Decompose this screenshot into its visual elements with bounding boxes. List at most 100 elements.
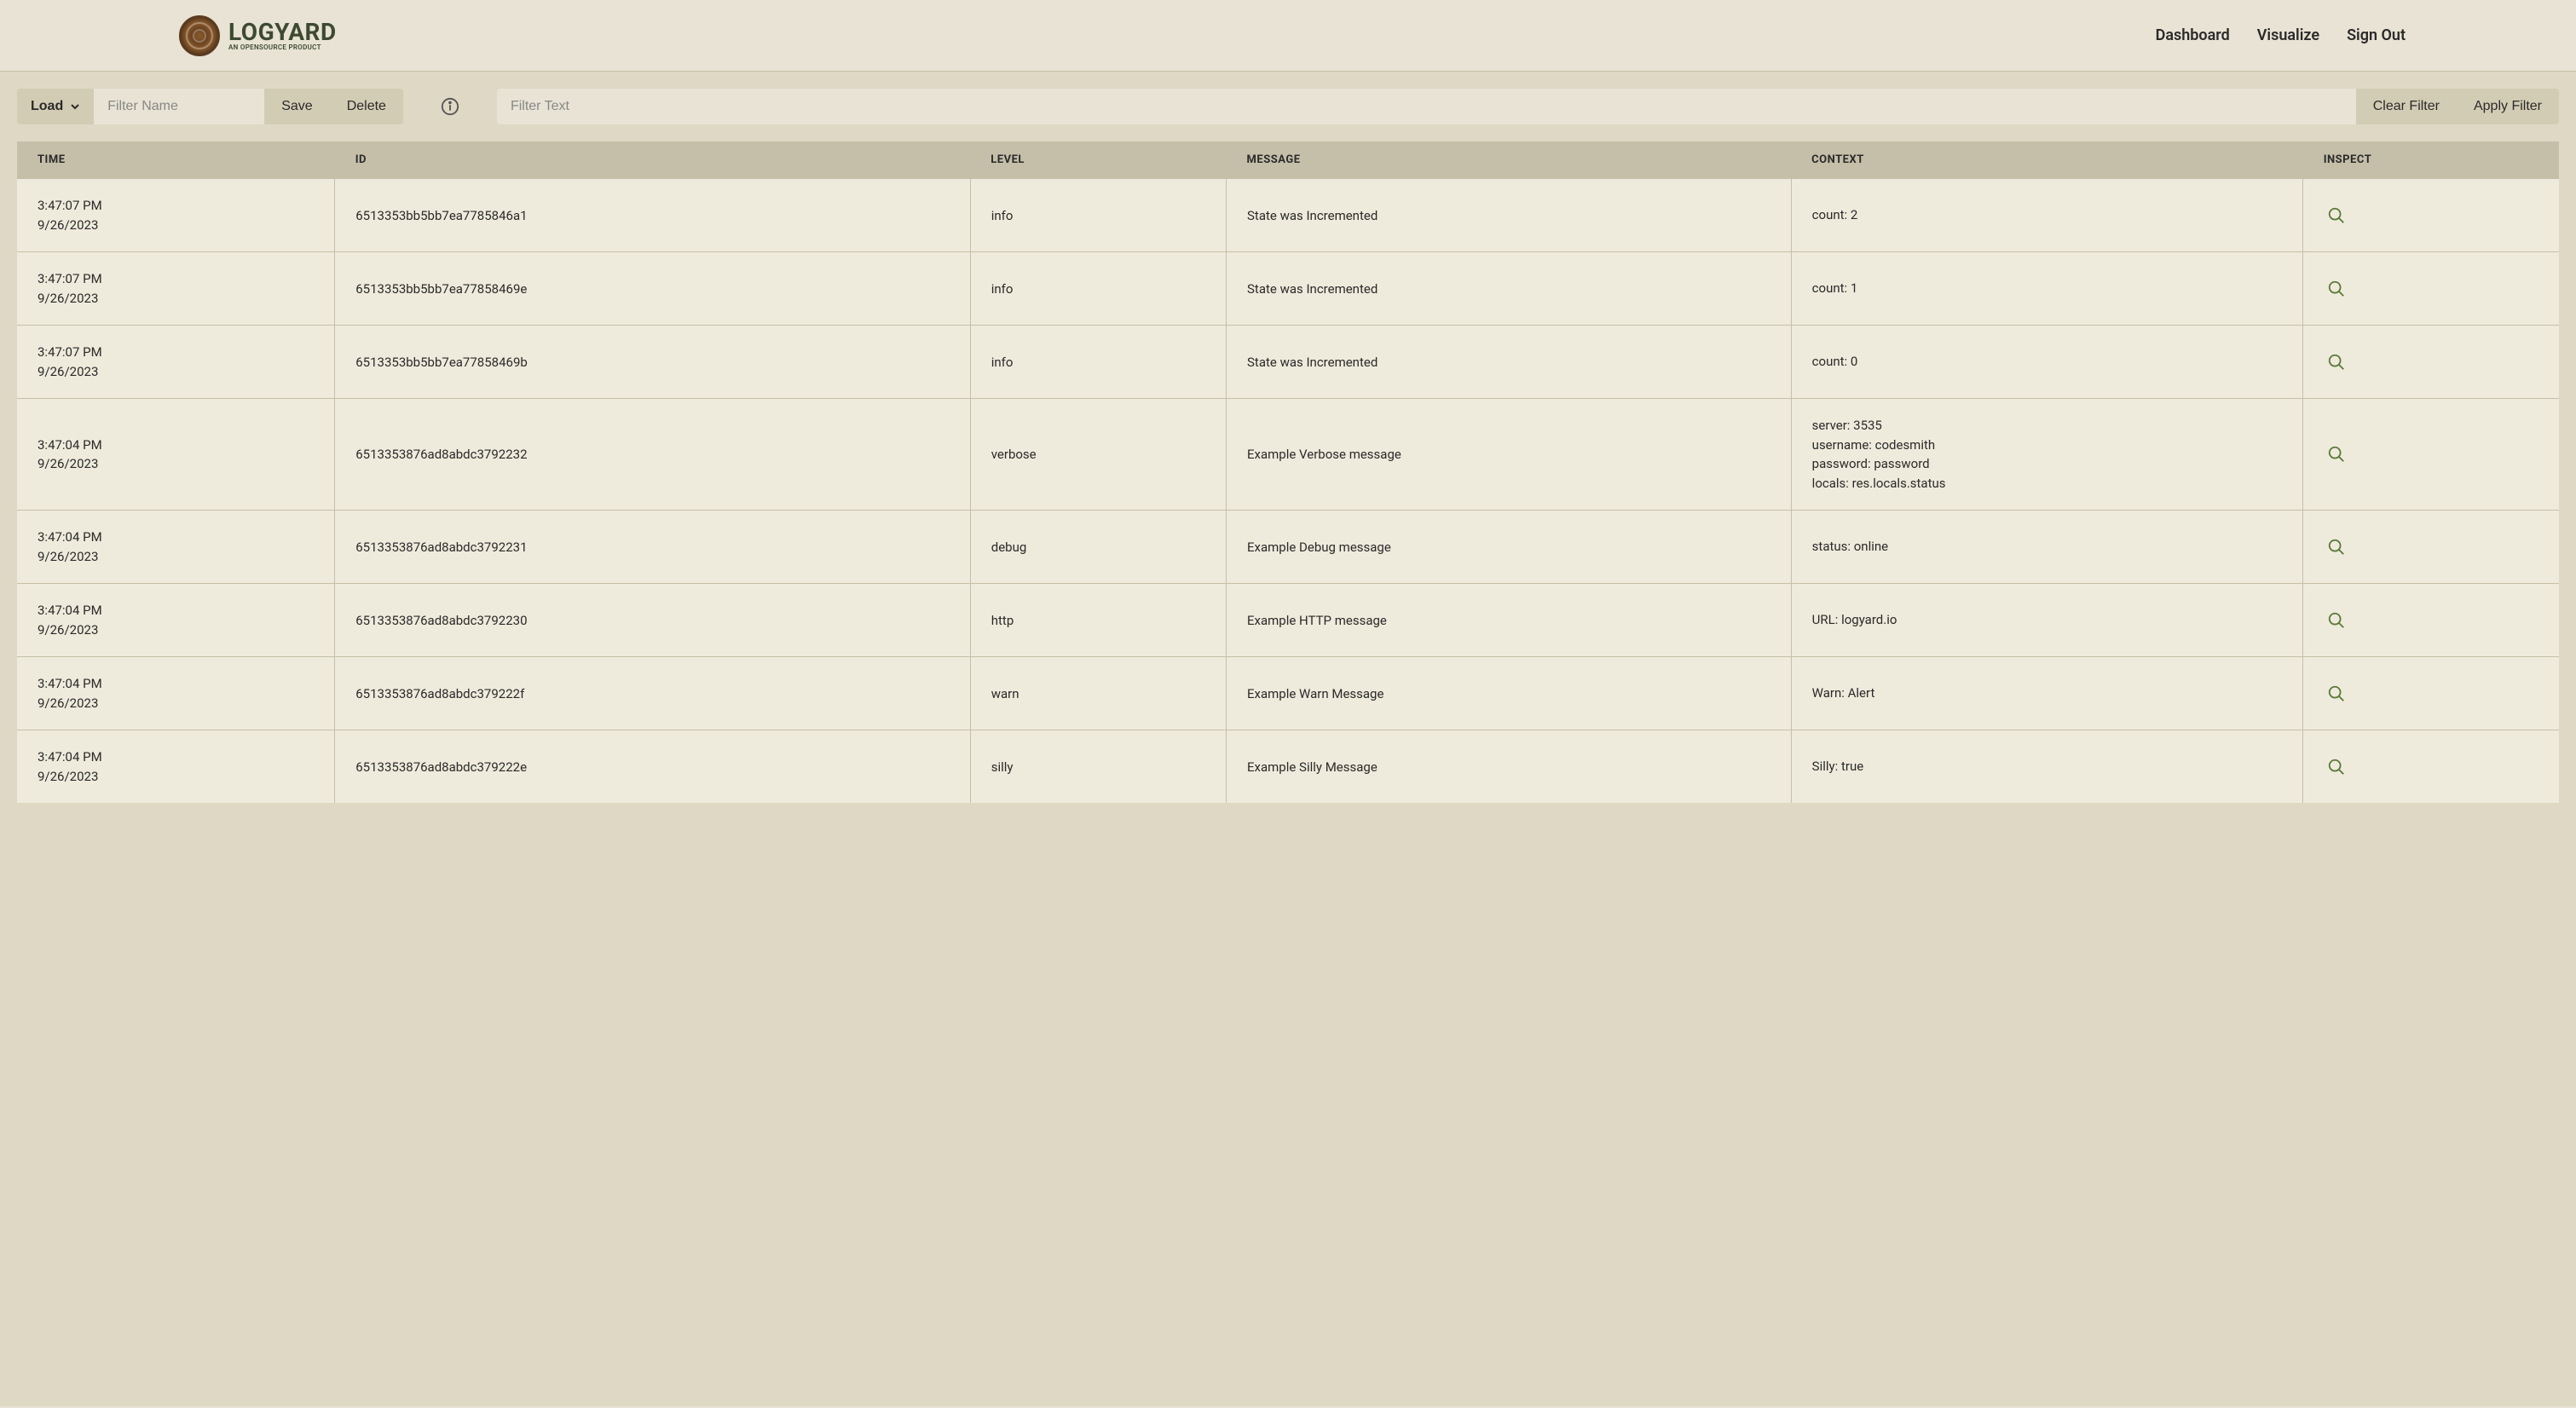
col-time[interactable]: TIME [17, 141, 335, 179]
cell-context: Warn: Alert [1791, 657, 2303, 730]
logo-mark-icon [179, 15, 220, 56]
date-value: 9/26/2023 [38, 362, 314, 382]
magnifier-icon [2327, 206, 2346, 225]
time-value: 3:47:04 PM [38, 436, 314, 455]
inspect-button[interactable] [2324, 203, 2349, 228]
cell-context: count: 0 [1791, 326, 2303, 399]
cell-id: 6513353bb5bb7ea7785846a1 [335, 179, 971, 252]
cell-context: status: online [1791, 511, 2303, 584]
date-value: 9/26/2023 [38, 547, 314, 567]
inspect-button[interactable] [2324, 681, 2349, 707]
cell-inspect [2303, 179, 2559, 252]
nav-signout[interactable]: Sign Out [2347, 26, 2406, 44]
nav-visualize[interactable]: Visualize [2257, 26, 2319, 44]
date-value: 9/26/2023 [38, 767, 314, 787]
cell-inspect [2303, 584, 2559, 657]
cell-message: State was Incremented [1227, 326, 1792, 399]
cell-inspect [2303, 326, 2559, 399]
time-value: 3:47:07 PM [38, 196, 314, 216]
cell-time: 3:47:04 PM9/26/2023 [17, 584, 335, 657]
time-value: 3:47:07 PM [38, 269, 314, 289]
cell-inspect [2303, 511, 2559, 584]
date-value: 9/26/2023 [38, 289, 314, 309]
inspect-button[interactable] [2324, 534, 2349, 560]
table-row: 3:47:04 PM9/26/20236513353876ad8abdc3792… [17, 511, 2559, 584]
cell-time: 3:47:07 PM9/26/2023 [17, 326, 335, 399]
magnifier-icon [2327, 280, 2346, 298]
clear-filter-button[interactable]: Clear Filter [2356, 89, 2457, 124]
cell-time: 3:47:04 PM9/26/2023 [17, 657, 335, 730]
cell-inspect [2303, 399, 2559, 511]
cell-inspect [2303, 730, 2559, 804]
cell-inspect [2303, 657, 2559, 730]
time-value: 3:47:07 PM [38, 343, 314, 362]
logo-text: LOGYARD AN OPENSOURCE PRODUCT [228, 20, 337, 51]
table-row: 3:47:04 PM9/26/20236513353876ad8abdc3792… [17, 584, 2559, 657]
cell-context: count: 1 [1791, 252, 2303, 326]
filter-name-input[interactable] [94, 89, 264, 124]
save-button[interactable]: Save [264, 89, 329, 124]
cell-context: count: 2 [1791, 179, 2303, 252]
table-row: 3:47:07 PM9/26/2023 6513353bb5bb7ea778584… [17, 179, 2559, 252]
cell-id: 6513353876ad8abdc379222e [335, 730, 971, 804]
cell-inspect [2303, 252, 2559, 326]
inspect-button[interactable] [2324, 608, 2349, 633]
col-context[interactable]: CONTEXT [1791, 141, 2303, 179]
table-row: 3:47:07 PM9/26/20236513353bb5bb7ea778584… [17, 326, 2559, 399]
top-nav: Dashboard Visualize Sign Out [2156, 26, 2406, 44]
nav-dashboard[interactable]: Dashboard [2156, 26, 2230, 44]
cell-id: 6513353bb5bb7ea77858469b [335, 326, 971, 399]
col-message[interactable]: MESSAGE [1227, 141, 1792, 179]
cell-time: 3:47:07 PM9/26/2023 [17, 252, 335, 326]
cell-id: 6513353876ad8abdc3792230 [335, 584, 971, 657]
time-value: 3:47:04 PM [38, 747, 314, 767]
filter-text-input[interactable] [497, 89, 2356, 124]
cell-message: Example Debug message [1227, 511, 1792, 584]
cell-context: server: 3535 username: codesmith passwor… [1791, 399, 2303, 511]
load-button[interactable]: Load [17, 89, 94, 124]
inspect-button[interactable] [2324, 754, 2349, 780]
logo-title: LOGYARD [228, 20, 337, 44]
cell-id: 6513353bb5bb7ea77858469e [335, 252, 971, 326]
info-icon[interactable] [441, 97, 459, 116]
table-row: 3:47:07 PM9/26/20236513353bb5bb7ea778584… [17, 252, 2559, 326]
filter-text-group: Clear Filter Apply Filter [497, 89, 2559, 124]
date-value: 9/26/2023 [38, 694, 314, 713]
table-header-row: TIME ID LEVEL MESSAGE CONTEXT INSPECT [17, 141, 2559, 179]
col-id[interactable]: ID [335, 141, 971, 179]
cell-level: debug [970, 511, 1226, 584]
date-value: 9/26/2023 [38, 216, 314, 235]
logo[interactable]: LOGYARD AN OPENSOURCE PRODUCT [179, 15, 337, 56]
magnifier-icon [2327, 611, 2346, 630]
log-table-wrap[interactable]: TIME ID LEVEL MESSAGE CONTEXT INSPECT 3:… [0, 141, 2576, 1406]
cell-level: info [970, 326, 1226, 399]
col-inspect[interactable]: INSPECT [2303, 141, 2559, 179]
load-label: Load [31, 99, 63, 114]
table-row: 3:47:04 PM9/26/20236513353876ad8abdc3792… [17, 399, 2559, 511]
time-value: 3:47:04 PM [38, 528, 314, 547]
cell-time: 3:47:04 PM9/26/2023 [17, 399, 335, 511]
apply-filter-button[interactable]: Apply Filter [2457, 89, 2559, 124]
cell-message: State was Incremented [1227, 179, 1792, 252]
cell-level: info [970, 252, 1226, 326]
filter-name-group: Load Save Delete [17, 89, 403, 124]
col-level[interactable]: LEVEL [970, 141, 1226, 179]
date-value: 9/26/2023 [38, 620, 314, 640]
inspect-button[interactable] [2324, 276, 2349, 302]
table-row: 3:47:04 PM9/26/20236513353876ad8abdc3792… [17, 657, 2559, 730]
cell-level: warn [970, 657, 1226, 730]
inspect-button[interactable] [2324, 441, 2349, 467]
header: LOGYARD AN OPENSOURCE PRODUCT Dashboard … [0, 0, 2576, 72]
cell-context: Silly: true [1791, 730, 2303, 804]
cell-message: Example Warn Message [1227, 657, 1792, 730]
delete-button[interactable]: Delete [330, 89, 403, 124]
cell-time: 3:47:04 PM9/26/2023 [17, 511, 335, 584]
toolbar: Load Save Delete Clear Filter Apply Filt… [0, 72, 2576, 141]
magnifier-icon [2327, 445, 2346, 464]
magnifier-icon [2327, 353, 2346, 372]
logo-subtitle: AN OPENSOURCE PRODUCT [228, 44, 337, 51]
inspect-button[interactable] [2324, 349, 2349, 375]
cell-context: URL: logyard.io [1791, 584, 2303, 657]
cell-id: 6513353876ad8abdc379222f [335, 657, 971, 730]
magnifier-icon [2327, 758, 2346, 776]
